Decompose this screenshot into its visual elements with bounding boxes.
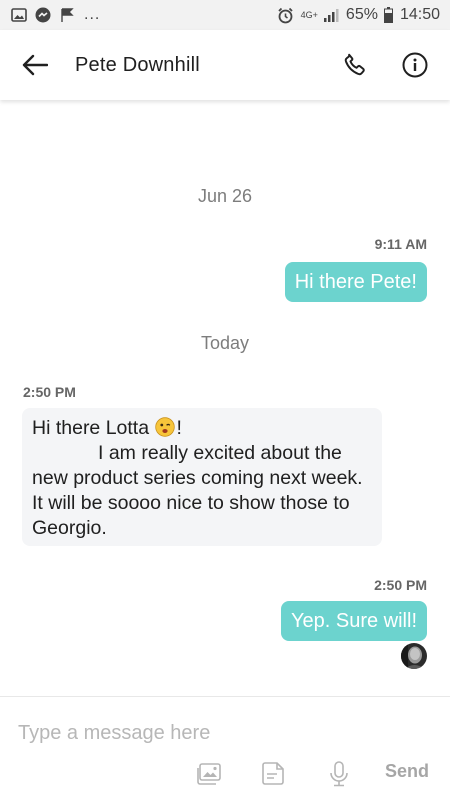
- date-separator: Today: [200, 333, 250, 353]
- network-type: 4G+: [300, 9, 318, 20]
- date-separator: Jun 26: [197, 186, 253, 206]
- message-timestamp: 9:11 AM: [374, 236, 427, 252]
- sticker-icon: [260, 761, 286, 787]
- microphone-button[interactable]: [324, 759, 354, 789]
- battery-percent: 65%: [345, 6, 378, 23]
- message-composer: Send: [0, 696, 450, 800]
- microphone-icon: [328, 761, 350, 787]
- incoming-message-bubble[interactable]: Hi there Lotta ! I am really excited abo…: [22, 408, 382, 546]
- contact-name[interactable]: Pete Downhill: [75, 54, 325, 77]
- outgoing-message-bubble[interactable]: Hi there Pete!: [284, 262, 427, 302]
- gallery-icon: [196, 762, 222, 786]
- image-notification-icon: [10, 6, 28, 24]
- sticker-button[interactable]: [258, 759, 288, 789]
- message-body: I am really excited about the new produc…: [32, 442, 363, 539]
- alarm-icon: [277, 6, 295, 24]
- message-timestamp: 2:50 PM: [23, 384, 76, 400]
- read-receipt-avatar[interactable]: [401, 643, 427, 669]
- outgoing-message-bubble[interactable]: Yep. Sure will!: [281, 601, 427, 641]
- messenger-notification-icon: [34, 6, 52, 24]
- info-button[interactable]: [385, 30, 445, 100]
- notification-overflow: ...: [84, 6, 101, 23]
- message-text: !: [176, 417, 182, 439]
- back-button[interactable]: [0, 30, 70, 100]
- message-input[interactable]: [18, 719, 418, 747]
- gallery-button[interactable]: [194, 759, 224, 789]
- message-text: Hi there Pete!: [294, 270, 417, 293]
- signal-icon: [322, 6, 340, 24]
- info-icon: [402, 52, 428, 78]
- message-first-line: Hi there Lotta !: [32, 416, 372, 441]
- status-bar-left: ...: [10, 6, 100, 24]
- phone-icon: [342, 52, 368, 78]
- message-timestamp: 2:50 PM: [374, 577, 427, 593]
- clock: 14:50: [399, 6, 440, 23]
- message-text: Yep. Sure will!: [291, 609, 417, 632]
- message-list[interactable]: Jun 26 9:11 AM Hi there Pete! Today 2:50…: [0, 100, 450, 696]
- send-button[interactable]: Send: [385, 761, 429, 782]
- call-button[interactable]: [325, 30, 385, 100]
- status-bar: ... 4G+ 65% 14:50: [0, 0, 450, 30]
- message-text: Hi there Lotta: [32, 417, 155, 439]
- battery-icon: [384, 6, 394, 24]
- back-arrow-icon: [22, 54, 48, 76]
- status-bar-right: 4G+ 65% 14:50: [277, 6, 440, 24]
- winking-face-emoji-icon: [155, 417, 176, 437]
- conversation-header: Pete Downhill: [0, 30, 450, 100]
- flag-notification-icon: [58, 6, 76, 24]
